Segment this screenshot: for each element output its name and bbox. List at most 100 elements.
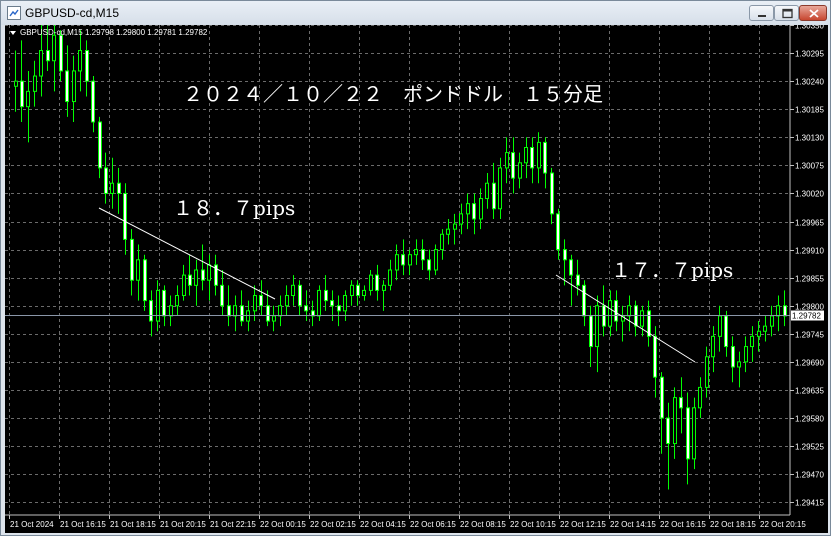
candle-body-up [459,213,463,225]
candle [776,295,780,332]
candle [744,336,748,373]
candle-body-up [776,305,780,317]
candle-body-up [362,289,366,297]
candle [201,244,205,291]
candle [589,305,593,367]
current-price-label: 1.29782 [792,312,821,321]
candle [136,244,140,301]
candle [350,280,354,306]
candle [388,259,392,291]
candle [673,387,677,459]
candle [602,285,606,337]
candle [123,183,127,255]
candle-body-down [20,80,24,108]
chart-area[interactable]: 1.30350 1.30295 1.30240 1.30185 1.30130 1.300… [5,25,828,533]
candle [214,254,218,296]
annotation-title: ２０２４／１０／２２ ポンドドル １５分足 [183,82,603,106]
time-tick-label: 21 Oct 16:15 [60,520,106,529]
trend-line-right[interactable] [555,274,696,363]
candle-body-down [589,315,593,348]
candle [698,377,702,419]
candle-body-down [324,289,328,302]
candle-body-down [686,407,690,460]
candle [194,259,198,306]
price-tick-label: 1.30075 [795,162,824,171]
candle [692,397,696,470]
candle-body-down [46,50,50,62]
candle [647,300,651,347]
candle-body-down [149,300,153,322]
candle-body-up [414,249,418,256]
candle-body-up [207,264,211,281]
candle-body-up [770,315,774,327]
candle-body-up [272,315,276,322]
price-tick-label: 1.30295 [795,50,824,59]
candle-body-down [614,300,618,322]
price-tick-label: 1.29525 [795,443,824,452]
candle [233,295,237,332]
candle-body-down [511,152,515,179]
time-tick-label: 22 Oct 06:15 [410,520,456,529]
maximize-button[interactable] [774,5,799,21]
candle-body-down [724,315,728,348]
price-tick-label: 1.29580 [795,415,824,424]
candle-body-up [485,182,489,200]
candle [427,249,431,281]
candle-body-up [369,274,373,291]
candle-body-up [757,330,761,337]
dropdown-triangle-icon[interactable] [10,31,16,35]
candle [98,116,102,179]
candle-body-down [563,249,567,261]
time-axis[interactable]: 21 Oct 2024 21 Oct 16:15 21 Oct 18:15 21 Oc… [9,515,807,529]
price-tick-label: 1.29470 [795,471,824,480]
candle-body-up [705,356,709,388]
candle [582,280,586,327]
time-tick-label: 22 Oct 16:15 [660,520,706,529]
time-tick-label: 22 Oct 20:15 [760,520,806,529]
minimize-button[interactable] [749,5,774,21]
candle-body-up [110,182,114,194]
title-bar[interactable]: GBPUSD-cd,M15 [1,1,830,25]
candle-body-up [194,269,198,286]
candle [498,157,502,219]
candle-body-down [543,141,547,174]
candle-body-down [582,284,586,317]
candle-body-down [104,167,108,194]
price-tick-label: 1.29855 [795,275,824,284]
candle-body-up [285,295,289,307]
price-tick-label: 1.29635 [795,387,824,396]
candle-body-down [375,274,379,291]
candle-body-up [750,335,754,348]
candle [104,152,108,204]
candle [511,137,515,194]
candle [485,173,489,209]
candle-body-up [156,289,160,322]
price-chart[interactable]: 1.30350 1.30295 1.30240 1.30185 1.30130 1.300… [5,25,828,533]
candle [718,305,722,352]
candle [395,244,399,281]
candle [421,239,425,270]
candle-body-up [182,274,186,297]
time-tick-label: 21 Oct 20:15 [160,520,206,529]
candle [627,295,631,332]
candle [530,137,534,184]
candle-body-up [350,284,354,297]
candle [182,264,186,301]
candle [640,305,644,337]
time-tick-label: 22 Oct 04:15 [360,520,406,529]
time-tick-label: 22 Oct 08:15 [460,520,506,529]
candle [337,295,341,327]
candle [537,132,541,184]
close-button[interactable] [799,5,827,21]
candle-body-down [556,213,560,251]
candle [72,55,76,122]
candle [369,270,373,296]
candle-body-down [666,417,670,445]
candle-body-up [737,361,741,368]
candle [505,137,509,184]
candle-body-down [259,295,263,307]
candle-body-up [408,254,412,266]
candle-body-up [253,295,257,312]
candle-body-up [52,34,56,62]
candle [33,60,37,107]
